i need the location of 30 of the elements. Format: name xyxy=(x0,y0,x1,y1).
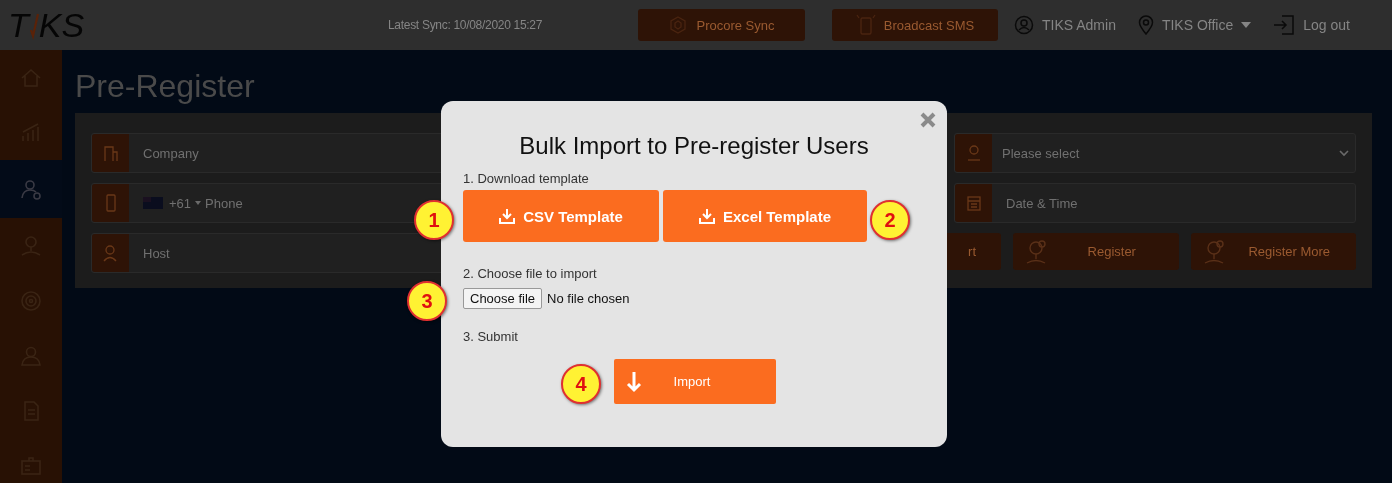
step-number-badge: 2 xyxy=(870,200,910,240)
select-value: Please select xyxy=(1002,145,1080,161)
action-button[interactable]: Register xyxy=(1013,233,1179,270)
logout-link[interactable]: Log out xyxy=(1273,14,1350,36)
placeholder-text: Phone xyxy=(205,195,243,211)
placeholder-text: Date & Time xyxy=(1006,195,1078,211)
file-status: No file chosen xyxy=(547,291,630,306)
step-label: 3. Submit xyxy=(463,329,519,345)
placeholder-text: Company xyxy=(143,145,199,161)
step-number-badge: 3 xyxy=(407,281,447,321)
step-number-badge: 4 xyxy=(561,364,601,404)
dialog-title: Bulk Import to Pre-register Users xyxy=(518,131,870,161)
action-button[interactable]: Register More xyxy=(1190,233,1356,270)
step-label: 2. Choose file to import xyxy=(463,266,598,282)
step-label: 1. Download template xyxy=(463,171,590,187)
input-field[interactable]: Date & Time xyxy=(954,183,1356,223)
office-dropdown[interactable]: TIKS Office xyxy=(1137,15,1252,35)
sync-status: Latest Sync: 10/08/2020 15:27 xyxy=(388,18,544,32)
toolbar-button[interactable]: Broadcast SMS xyxy=(832,9,998,41)
page-title: Pre-Register xyxy=(75,68,256,104)
step-number-badge: 1 xyxy=(414,200,454,240)
download-button[interactable]: CSV Template xyxy=(463,190,659,242)
import-button[interactable]: Import xyxy=(614,359,776,404)
placeholder-text: Host xyxy=(143,245,170,261)
choose-file-button[interactable]: Choose file xyxy=(463,288,543,309)
toolbar-button[interactable]: Procore Sync xyxy=(638,9,805,41)
user-menu[interactable]: TIKS Admin xyxy=(1014,15,1116,35)
download-button[interactable]: Excel Template xyxy=(663,190,867,242)
input-field[interactable]: Please select xyxy=(954,133,1356,173)
country-code[interactable]: +61 xyxy=(169,195,192,211)
